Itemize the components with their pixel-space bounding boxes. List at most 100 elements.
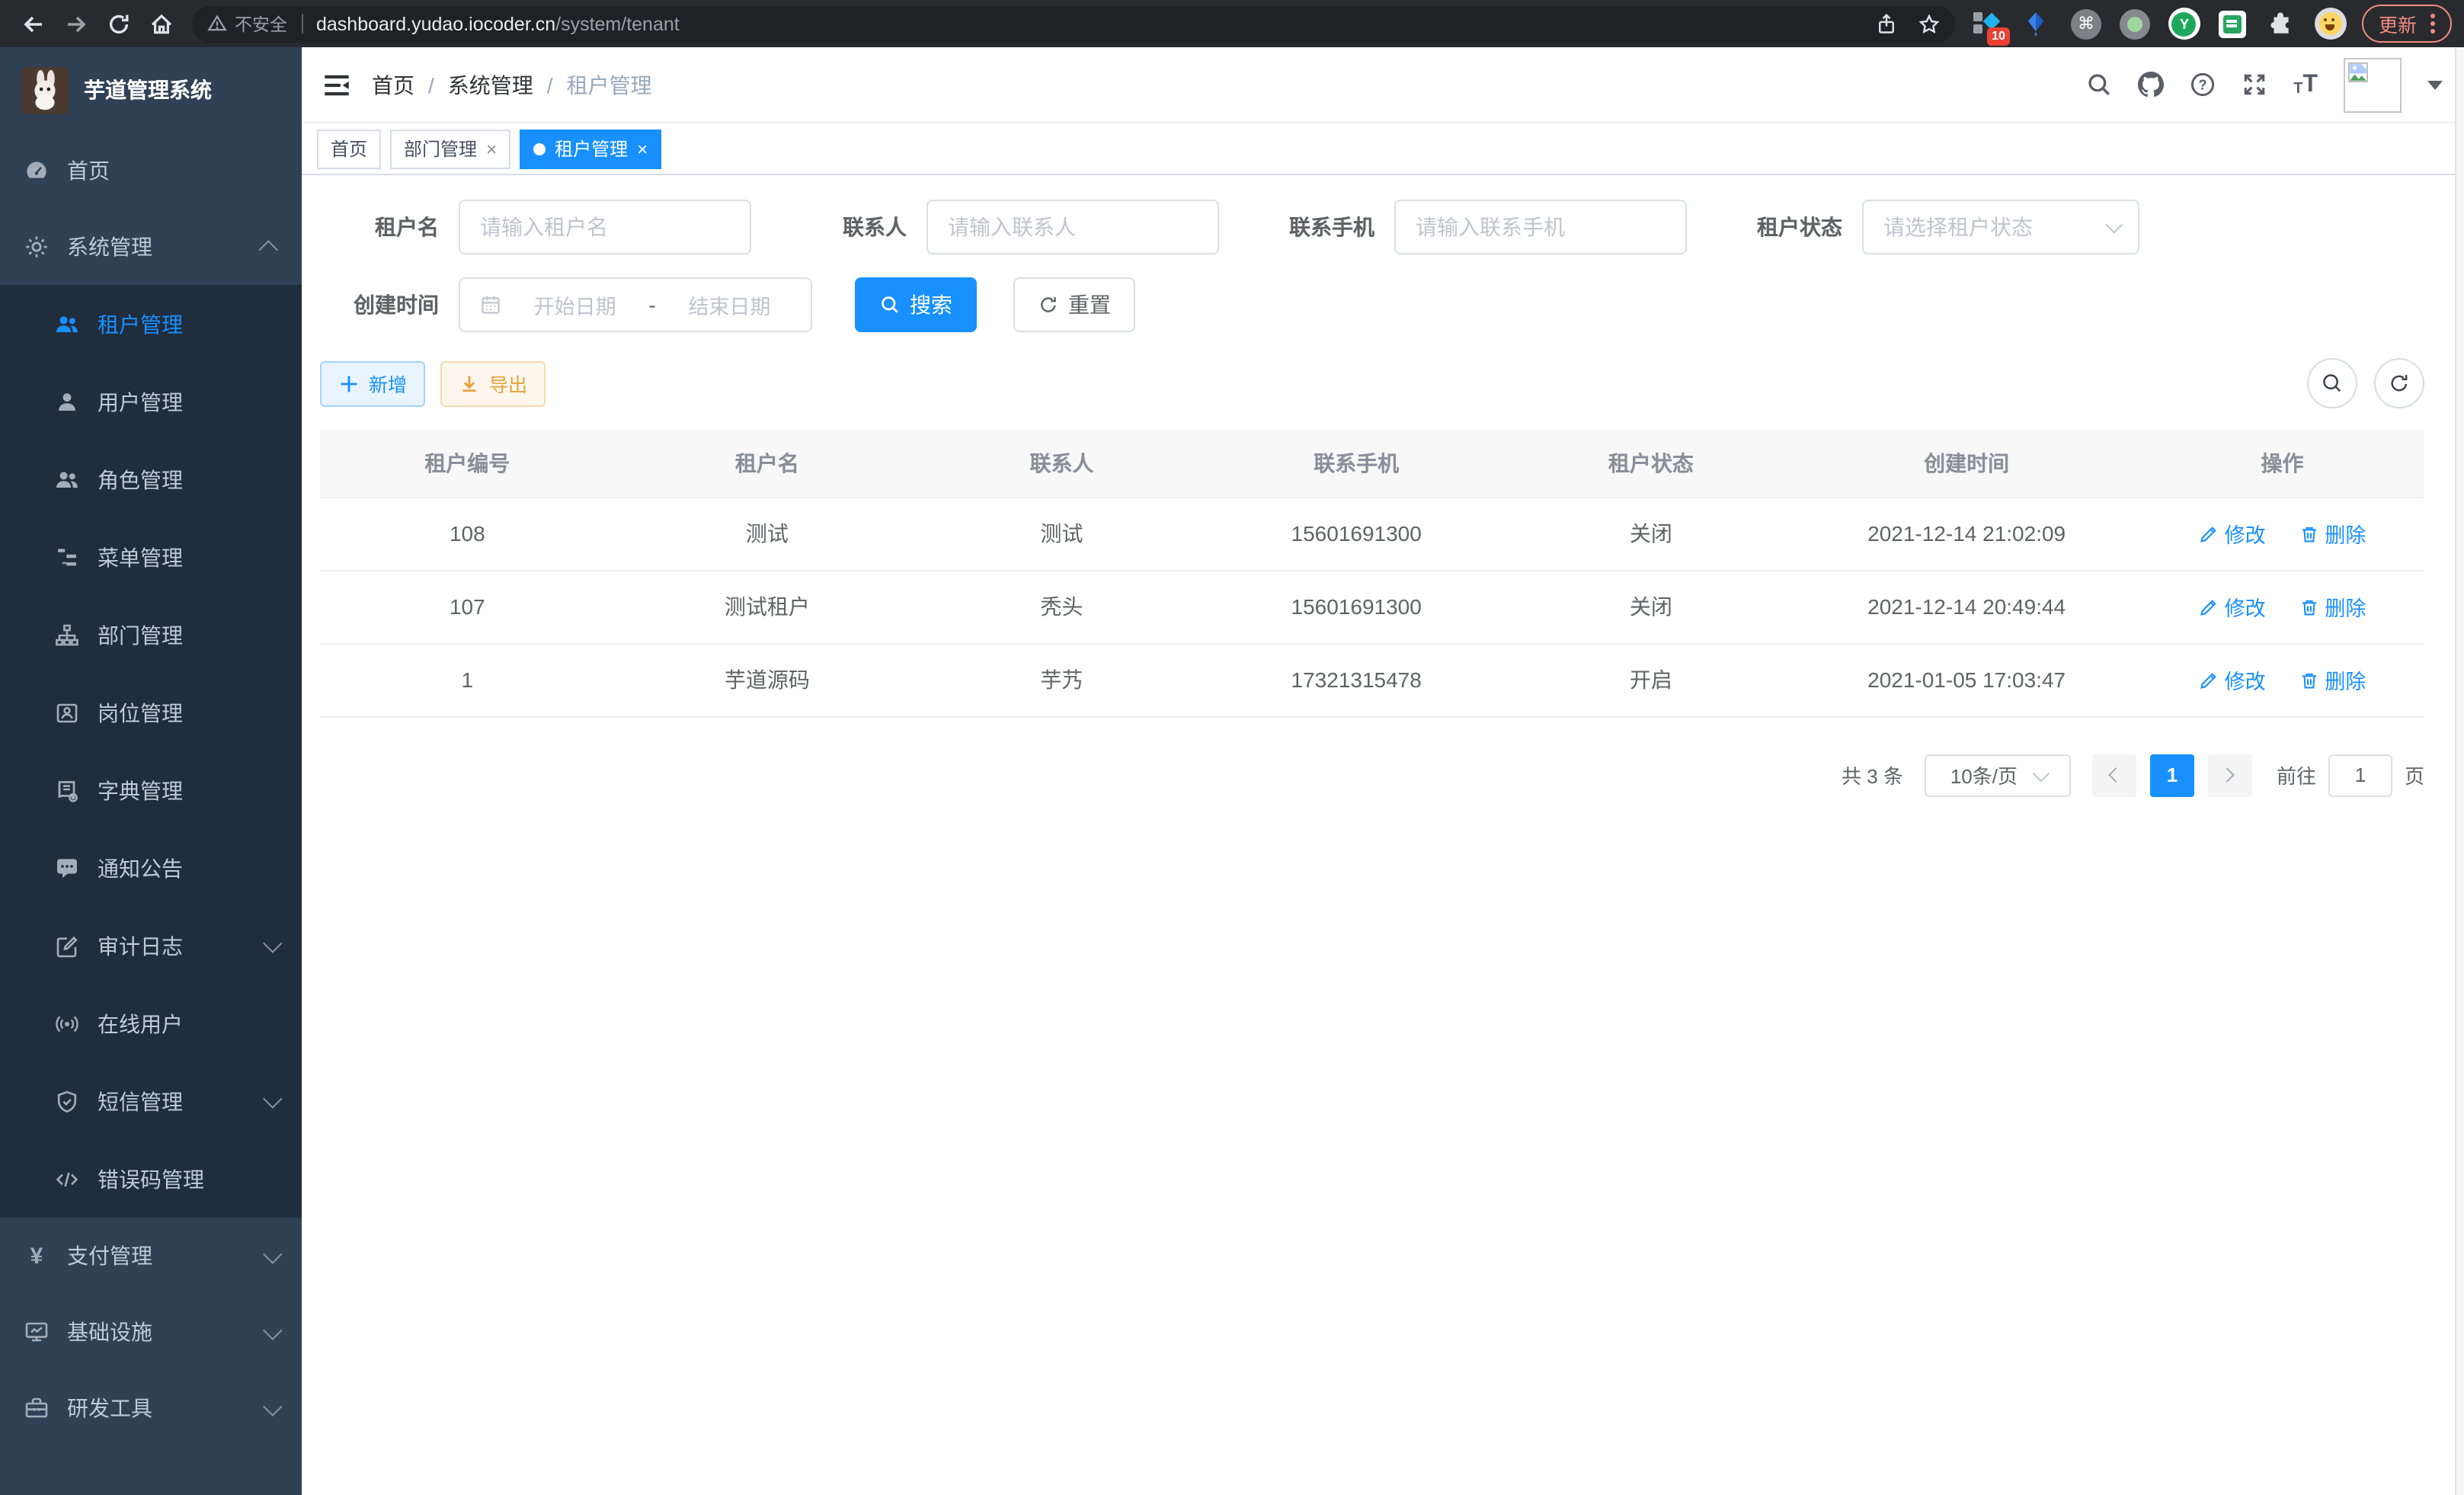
avatar[interactable] — [2344, 57, 2402, 112]
tab-dept[interactable]: 部门管理 × — [390, 129, 510, 168]
create-time-range-picker[interactable]: 开始日期 - 结束日期 — [459, 277, 812, 332]
end-date-placeholder: 结束日期 — [668, 290, 791, 320]
browser-back-icon[interactable] — [12, 2, 55, 45]
col-contact: 联系人 — [920, 430, 1204, 497]
status-text: 开启 — [1509, 643, 1793, 716]
sidebar-item-system[interactable]: 系统管理 — [0, 209, 302, 285]
sidebar-item-payment[interactable]: ¥ 支付管理 — [0, 1218, 302, 1294]
sidebar: 芋道管理系统 首页 系统管理 租户管 — [0, 47, 302, 1495]
sidebar-item-menu[interactable]: 菜单管理 — [0, 518, 302, 596]
security-warning[interactable]: 不安全 — [207, 11, 287, 36]
toggle-search-button[interactable] — [2307, 358, 2357, 408]
url-path: /system/tenant — [555, 13, 680, 34]
broken-image-icon — [2348, 62, 2368, 82]
sidebar-item-role[interactable]: 角色管理 — [0, 440, 302, 518]
search-button[interactable]: 搜索 — [855, 277, 977, 332]
tenant-name-input-wrap — [459, 200, 751, 255]
sidebar-item-home[interactable]: 首页 — [0, 133, 302, 209]
sidebar-item-post[interactable]: 岗位管理 — [0, 674, 302, 751]
y-extension-icon[interactable]: Y — [2168, 8, 2200, 40]
search-icon — [879, 294, 901, 315]
goto-page-input[interactable] — [2328, 754, 2392, 796]
contact-input[interactable] — [948, 215, 1198, 239]
col-status: 租户状态 — [1509, 430, 1793, 497]
share-icon[interactable] — [1876, 13, 1897, 34]
url-text[interactable]: dashboard.yudao.iocoder.cn/system/tenant — [316, 13, 680, 34]
page-size-select[interactable]: 10条/页 — [1925, 754, 2071, 796]
edit-link[interactable]: 修改 — [2199, 518, 2266, 549]
browser-home-icon[interactable] — [140, 2, 183, 45]
users-icon — [55, 312, 79, 336]
next-page-button[interactable] — [2208, 754, 2252, 796]
emoji-extension-icon[interactable] — [2315, 8, 2347, 40]
font-size-icon[interactable]: TT — [2293, 72, 2318, 97]
sidebar-collapse-icon[interactable] — [323, 71, 350, 98]
id-badge-icon — [55, 700, 79, 725]
sidebar-item-dev-tools[interactable]: 研发工具 — [0, 1370, 302, 1446]
recorder-extension-icon[interactable] — [2120, 8, 2150, 39]
monitor-icon — [24, 1320, 49, 1344]
edit-link[interactable]: 修改 — [2199, 591, 2266, 622]
browser-toolbar: 不安全 dashboard.yudao.iocoder.cn/system/te… — [0, 0, 2464, 47]
page-number-current[interactable]: 1 — [2150, 754, 2194, 796]
translate-extension-icon[interactable] — [2219, 10, 2246, 37]
tab-tenant[interactable]: 租户管理 × — [520, 129, 661, 168]
fullscreen-icon[interactable] — [2242, 72, 2267, 98]
sidebar-item-error-code[interactable]: 错误码管理 — [0, 1140, 302, 1218]
warning-triangle-icon — [207, 14, 227, 34]
address-bar[interactable]: 不安全 dashboard.yudao.iocoder.cn/system/te… — [192, 5, 1955, 42]
sidebar-item-tenant[interactable]: 租户管理 — [0, 285, 302, 363]
help-icon[interactable]: ? — [2190, 72, 2216, 98]
github-icon[interactable] — [2138, 72, 2164, 98]
breadcrumb-home[interactable]: 首页 — [372, 69, 414, 100]
sitemap-icon — [55, 623, 79, 647]
tenant-name-input[interactable] — [480, 215, 730, 239]
reset-button[interactable]: 重置 — [1013, 277, 1135, 332]
command-extension-icon[interactable]: ⌘ — [2071, 8, 2101, 39]
export-button[interactable]: 导出 — [440, 360, 546, 406]
comment-dots-icon — [55, 856, 79, 880]
contact-input-wrap — [926, 200, 1219, 255]
prev-page-button[interactable] — [2092, 754, 2136, 796]
chevron-down-icon — [263, 1244, 282, 1263]
app-logo-row[interactable]: 芋道管理系统 — [0, 47, 302, 133]
sidebar-item-infra[interactable]: 基础设施 — [0, 1294, 302, 1370]
search-icon[interactable] — [2086, 72, 2112, 98]
balloon-extension-icon[interactable] — [2021, 8, 2053, 40]
tab-manager-extension-icon[interactable]: 10 — [1970, 8, 2002, 40]
sidebar-item-audit-log[interactable]: 审计日志 — [0, 907, 302, 984]
sidebar-item-sms[interactable]: 短信管理 — [0, 1062, 302, 1140]
extensions-puzzle-icon[interactable] — [2264, 8, 2296, 40]
tab-home[interactable]: 首页 — [317, 129, 381, 168]
close-icon[interactable]: × — [637, 138, 648, 159]
refresh-table-button[interactable] — [2374, 358, 2424, 408]
sidebar-item-online-users[interactable]: 在线用户 — [0, 984, 302, 1062]
sidebar-item-user[interactable]: 用户管理 — [0, 363, 302, 440]
url-host: dashboard.yudao.iocoder.cn — [316, 13, 555, 34]
edit-link[interactable]: 修改 — [2199, 664, 2266, 695]
mobile-input[interactable] — [1416, 215, 1666, 239]
bookmark-star-icon[interactable] — [1918, 13, 1940, 34]
status-select[interactable]: 请选择租户状态 — [1862, 200, 2139, 255]
sidebar-item-notice[interactable]: 通知公告 — [0, 829, 302, 907]
chrome-update-button[interactable]: 更新 — [2362, 5, 2452, 43]
browser-menu-icon[interactable] — [2430, 14, 2435, 34]
system-submenu: 租户管理 用户管理 角色管理 — [0, 285, 302, 1218]
toolbox-icon — [24, 1396, 49, 1420]
page-scrollbar[interactable] — [2455, 47, 2464, 1495]
add-button[interactable]: 新增 — [320, 360, 425, 406]
sidebar-item-dict[interactable]: 字典管理 — [0, 751, 302, 829]
breadcrumb-system[interactable]: 系统管理 — [448, 69, 533, 100]
breadcrumb-tenant: 租户管理 — [567, 69, 652, 100]
trash-icon — [2299, 597, 2318, 616]
browser-reload-icon[interactable] — [98, 2, 140, 45]
close-icon[interactable]: × — [486, 138, 497, 159]
browser-forward-icon[interactable] — [55, 2, 98, 45]
delete-link[interactable]: 删除 — [2299, 591, 2366, 622]
gear-icon — [24, 235, 49, 259]
user-menu-caret-icon[interactable] — [2427, 80, 2443, 89]
pencil-icon — [2199, 597, 2219, 616]
sidebar-item-dept[interactable]: 部门管理 — [0, 596, 302, 674]
delete-link[interactable]: 删除 — [2299, 518, 2366, 549]
delete-link[interactable]: 删除 — [2299, 664, 2366, 695]
